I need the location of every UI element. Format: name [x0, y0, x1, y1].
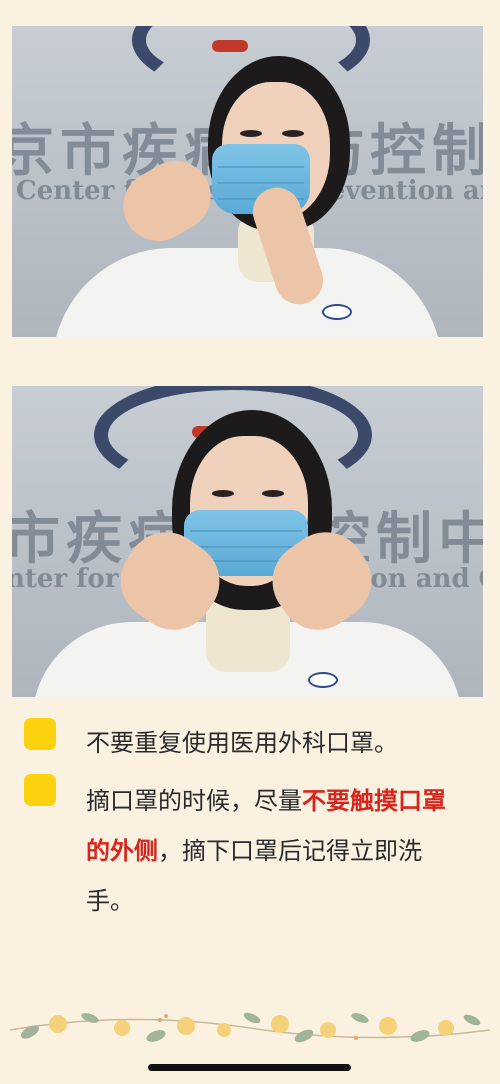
tip-2-before: 摘口罩的时候，尽量 — [86, 787, 302, 815]
flower-garland-decoration — [10, 1012, 490, 1043]
tip-2-text: 摘口罩的时候，尽量不要触摸口罩的外侧，摘下口罩后记得立即洗手。 — [86, 776, 466, 926]
person-figure — [12, 26, 483, 337]
coat-badge — [308, 672, 338, 688]
tip-1-text: 不要重复使用医用外科口罩。 — [86, 718, 466, 768]
mask-photo-1: 京市疾病预防控制中 Center for Disease Prevention … — [12, 26, 483, 337]
bullet-icon — [24, 718, 56, 750]
tip-1-plain: 不要重复使用医用外科口罩。 — [86, 729, 398, 757]
home-indicator[interactable] — [148, 1064, 351, 1071]
person-figure — [12, 386, 483, 697]
left-hand — [110, 148, 224, 254]
bullet-icon — [24, 774, 56, 806]
coat-badge — [322, 304, 352, 320]
mask-photo-2: 市疾病预防控制中 nter for Disease Prevention and… — [12, 386, 483, 697]
